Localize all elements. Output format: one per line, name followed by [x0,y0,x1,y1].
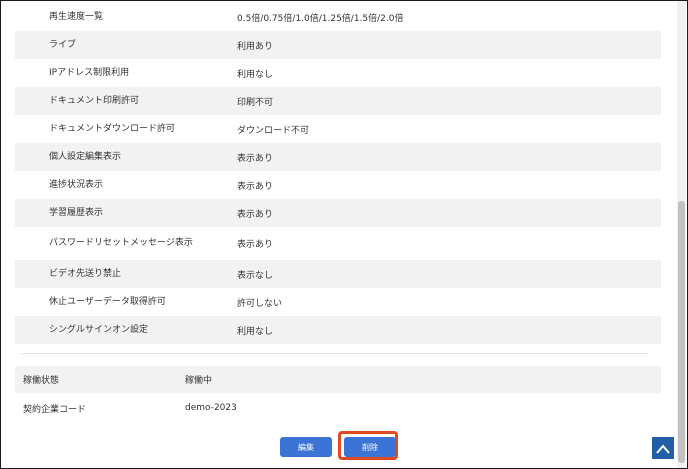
settings-row: ビデオ先送り禁止 表示なし [15,260,661,288]
settings-table: 再生速度一覧 0.5倍/0.75倍/1.0倍/1.25倍/1.5倍/2.0倍 ラ… [15,4,661,344]
setting-label: IPアドレス制限利用 [49,67,130,78]
settings-row: ライブ 利用あり [15,31,661,59]
scrollbar-thumb[interactable] [678,201,685,463]
setting-label: 休止ユーザーデータ取得許可 [49,296,166,307]
setting-value: 表示なし [237,270,274,281]
status-row: 契約企業コード demo-2023 [15,393,661,423]
setting-label: ドキュメント印刷許可 [49,95,140,106]
content-frame: 再生速度一覧 0.5倍/0.75倍/1.0倍/1.25倍/1.5倍/2.0倍 ラ… [0,0,688,469]
setting-value: 利用なし [237,326,274,337]
setting-label: 再生速度一覧 [49,12,104,22]
setting-value: 許可しない [237,298,283,309]
setting-value: ダウンロード不可 [237,125,310,136]
status-label: 契約企業コード [23,404,87,415]
settings-row: シングルサインオン設定 利用なし [15,316,661,344]
status-row: 稼働状態 稼働中 [15,366,661,393]
setting-value: 表示あり [237,181,274,192]
status-label: 稼働状態 [23,376,60,386]
setting-label: 個人設定編集表示 [49,151,122,162]
settings-row: 休止ユーザーデータ取得許可 許可しない [15,288,661,316]
setting-label: パスワードリセットメッセージ表示 [49,238,193,248]
setting-value: 表示あり [237,209,274,220]
settings-row: 進捗状況表示 表示あり [15,171,661,199]
settings-row: 個人設定編集表示 表示あり [15,143,661,171]
settings-row: パスワードリセットメッセージ表示 表示あり [15,227,661,260]
setting-value: 利用なし [237,69,274,80]
status-value: demo-2023 [185,403,237,413]
vertical-scrollbar[interactable] [677,1,686,468]
setting-label: ライブ [49,39,77,50]
settings-row: 再生速度一覧 0.5倍/0.75倍/1.0倍/1.25倍/1.5倍/2.0倍 [15,4,661,31]
settings-row: 学習履歴表示 表示あり [15,199,661,227]
setting-label: 学習履歴表示 [49,207,104,218]
section-divider [21,353,649,354]
setting-label: 進捗状況表示 [49,179,104,190]
settings-row: ドキュメント印刷許可 印刷不可 [15,87,661,115]
chevron-up-icon [656,439,670,458]
setting-value: 利用あり [237,41,274,52]
status-table: 稼働状態 稼働中 契約企業コード demo-2023 [15,366,661,423]
scroll-to-top-button[interactable] [652,437,674,459]
setting-label: シングルサインオン設定 [49,324,149,335]
settings-row: IPアドレス制限利用 利用なし [15,59,661,87]
settings-row: ドキュメントダウンロード許可 ダウンロード不可 [15,115,661,143]
setting-value: 印刷不可 [237,97,274,108]
delete-button[interactable]: 削除 [344,437,396,457]
setting-value: 0.5倍/0.75倍/1.0倍/1.25倍/1.5倍/2.0倍 [237,14,404,24]
setting-label: ビデオ先送り禁止 [49,268,122,279]
setting-value: 表示あり [237,240,274,250]
edit-button[interactable]: 編集 [280,437,332,457]
setting-label: ドキュメントダウンロード許可 [49,123,176,134]
status-value: 稼働中 [185,376,213,386]
setting-value: 表示あり [237,153,274,164]
